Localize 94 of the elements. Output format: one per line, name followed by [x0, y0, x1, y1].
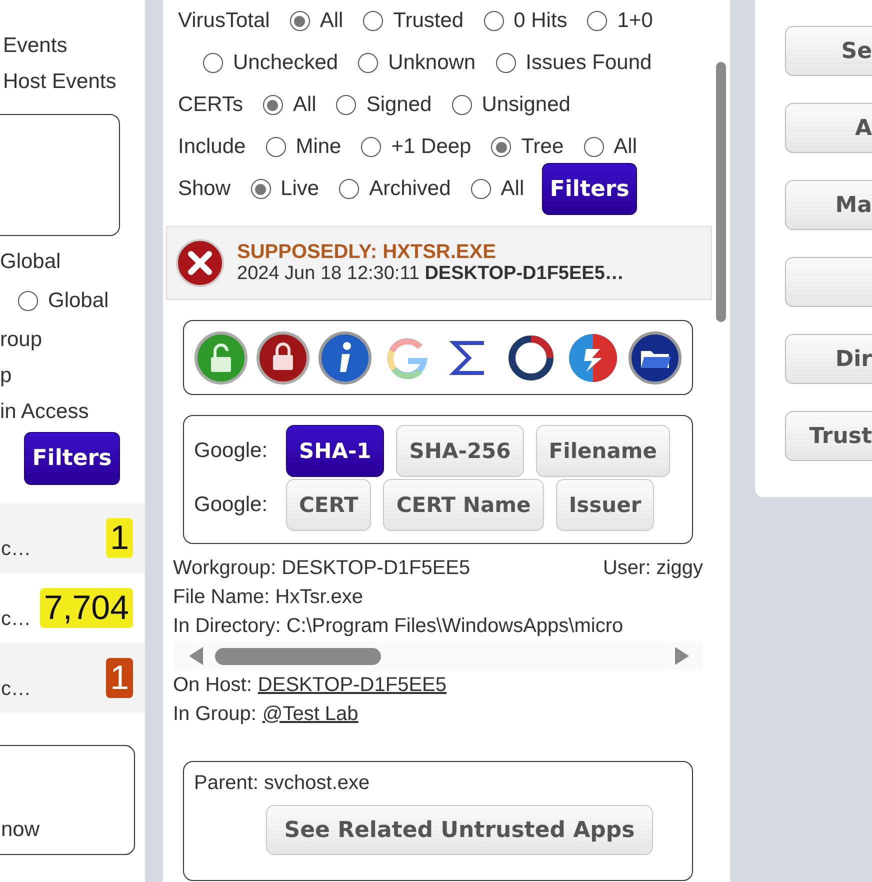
radio-button[interactable] [584, 137, 604, 157]
search-button[interactable]: CERT Name [383, 479, 544, 531]
radio-label: 0 Hits [514, 9, 568, 33]
search-button[interactable]: SHA-256 [396, 425, 524, 477]
search-button[interactable]: CERT [286, 479, 372, 531]
radio-button[interactable] [361, 137, 382, 157]
alert-subtitle: 2024 Jun 18 12:30:11 DESKTOP-D1F5EE5… [237, 263, 624, 284]
alert-card[interactable]: SUPPOSEDLY: HXTSR.EXE 2024 Jun 18 12:30:11 DESKTOP-D1F5EE5… [166, 226, 712, 300]
radio-button[interactable] [363, 11, 384, 31]
group-link[interactable]: @Test Lab [262, 703, 358, 725]
radio-button[interactable] [358, 53, 378, 73]
user-text: User: ziggy [602, 556, 703, 581]
radio-button[interactable] [452, 95, 472, 115]
action-button[interactable]: Trust [785, 411, 872, 461]
count-row[interactable]: c… 1 [0, 503, 145, 573]
radio-label: Signed [366, 93, 432, 117]
related-apps-button[interactable]: See Related Untrusted Apps [266, 805, 653, 855]
scroll-left-icon[interactable] [189, 647, 203, 665]
radio-label: All [614, 135, 637, 159]
radio-button[interactable] [290, 11, 310, 31]
radio-label: Live [280, 177, 320, 201]
radio-label: Unchecked [233, 51, 338, 75]
alert-title: SUPPOSEDLY: HXTSR.EXE [237, 242, 497, 263]
row-label: c… [1, 678, 31, 700]
radio-label: All [292, 93, 316, 117]
error-icon [175, 238, 225, 288]
search-button[interactable]: Filename [536, 425, 670, 477]
action-button[interactable]: Ma [785, 180, 872, 230]
radio-label: All [500, 177, 524, 201]
option-label: in Access [0, 399, 90, 425]
radio-button[interactable] [250, 179, 271, 199]
filter-label: Show [178, 177, 231, 201]
radio-label: Unknown [388, 51, 476, 75]
count-badge: 1 [106, 518, 133, 558]
filter-label: Include [178, 135, 246, 159]
event-link[interactable]: Host Events [3, 64, 145, 100]
count-badge: 1 [106, 658, 133, 698]
action-button[interactable]: Se [785, 26, 872, 76]
radio-label: Tree [521, 135, 564, 159]
info-icon[interactable] [318, 330, 372, 384]
directory-text: In Directory: C:\Program Files\WindowsApps\micro [173, 614, 624, 639]
filters-button[interactable]: Filters [24, 432, 120, 485]
option-label: roup [0, 327, 44, 353]
radio-button[interactable] [339, 179, 360, 199]
scope-label: Global [0, 249, 62, 275]
radio-button[interactable] [587, 11, 608, 31]
host-link[interactable]: DESKTOP-D1F5EE5 [258, 674, 447, 696]
file-name-text: File Name: HxTsr.exe [173, 585, 364, 610]
radio-button[interactable] [491, 137, 512, 157]
text-area[interactable] [0, 114, 120, 236]
workgroup-text: Workgroup: DESKTOP-D1F5EE5 [173, 556, 470, 581]
option-label: p [0, 363, 13, 389]
action-button[interactable]: Dir [785, 334, 872, 384]
radio-button[interactable] [484, 11, 504, 31]
radio-label: +1 Deep [391, 135, 472, 159]
search-label: Google: [194, 493, 269, 517]
radio-label: Unsigned [482, 93, 570, 117]
panel-text: now [1, 818, 40, 841]
radio-button[interactable] [336, 95, 356, 115]
radio-label: Issues Found [526, 51, 652, 75]
search-button[interactable]: SHA-1 [286, 425, 384, 477]
host-label: On Host: [173, 674, 252, 696]
unlock-icon[interactable] [194, 330, 248, 384]
radio-button[interactable] [262, 95, 283, 115]
radio-label: 1+0 [617, 9, 653, 33]
radio-label: Archived [369, 177, 451, 201]
radio-label: Mine [296, 135, 342, 159]
vertical-scrollbar[interactable] [716, 62, 726, 322]
radio-label: All [320, 9, 344, 33]
action-button[interactable]: A [785, 103, 872, 153]
search-label: Google: [194, 439, 269, 463]
lock-icon[interactable] [256, 330, 310, 384]
scroll-right-icon[interactable] [675, 647, 689, 665]
radio-button[interactable] [266, 137, 286, 157]
count-badge: 7,704 [40, 588, 133, 628]
filters-button[interactable]: Filters [542, 163, 638, 215]
group-label: In Group: [173, 703, 256, 725]
radio-button[interactable] [470, 179, 491, 199]
horizontal-scrollbar[interactable] [173, 641, 703, 671]
count-row[interactable]: c… 1 [0, 643, 145, 713]
scroll-thumb[interactable] [215, 648, 381, 664]
radio-label: Trusted [393, 9, 464, 33]
event-link[interactable]: Events [3, 28, 145, 64]
filter-label: CERTs [178, 93, 243, 117]
radio-button[interactable] [496, 53, 516, 73]
search-button[interactable]: Issuer [556, 479, 654, 531]
folder-icon[interactable] [628, 330, 682, 384]
radio-label: Global [48, 289, 109, 313]
radio-button[interactable] [203, 53, 223, 73]
radio-button[interactable] [18, 291, 38, 311]
filter-label: VirusTotal [178, 9, 270, 33]
row-label: c… [1, 538, 31, 560]
row-label: c… [1, 608, 31, 630]
parent-text: Parent: svchost.exe [194, 772, 371, 795]
